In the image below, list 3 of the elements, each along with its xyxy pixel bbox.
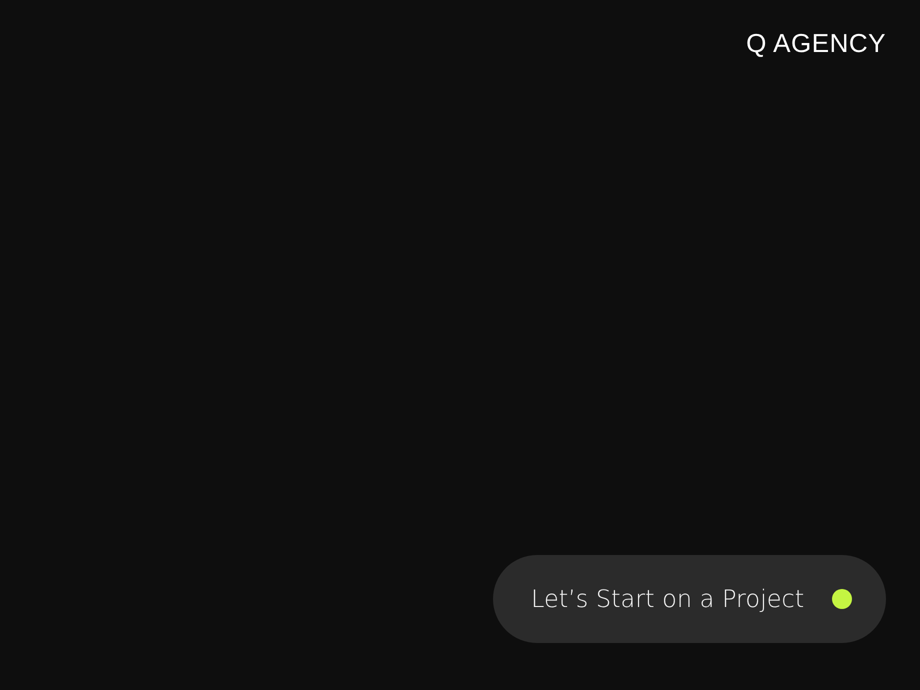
dot-icon: [832, 589, 852, 609]
start-project-button[interactable]: Let’s Start on a Project: [493, 555, 886, 643]
agency-logo[interactable]: Q AGENCY: [746, 28, 886, 59]
